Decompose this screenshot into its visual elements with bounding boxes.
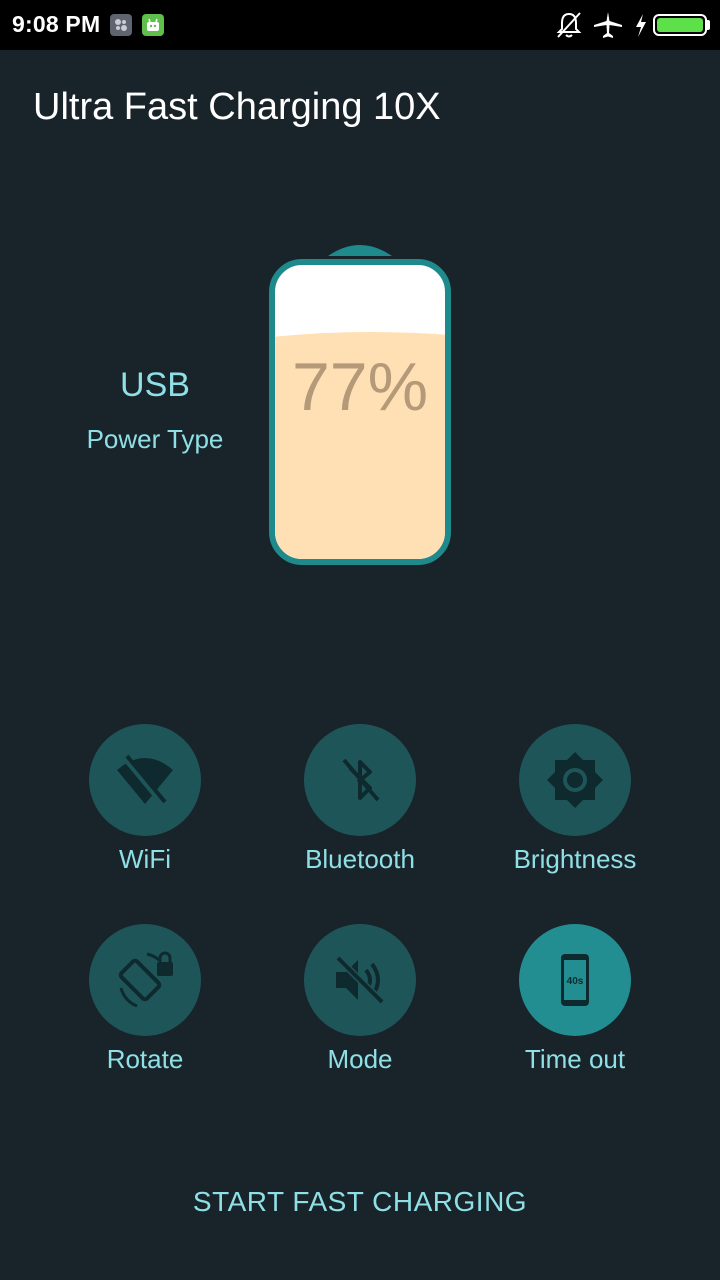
toggle-mode-label: Mode xyxy=(327,1044,393,1074)
toggle-bluetooth-label: Bluetooth xyxy=(305,844,415,874)
screen-timeout-icon: 40s xyxy=(561,954,589,1006)
rotate-lock-icon xyxy=(118,951,173,1008)
start-fast-charging-button[interactable]: START FAST CHARGING xyxy=(150,1176,570,1228)
toggle-mode-button[interactable] xyxy=(304,924,416,1036)
volume-off-icon xyxy=(335,955,385,1005)
battery-cap xyxy=(328,245,392,256)
toggle-wifi-button[interactable] xyxy=(89,724,201,836)
toggle-bluetooth[interactable]: Bluetooth xyxy=(260,724,460,884)
toggle-wifi[interactable]: WiFi xyxy=(45,724,245,884)
timeout-badge-text: 40s xyxy=(567,976,584,987)
power-type-value: USB xyxy=(120,366,190,404)
battery-percent: 77% xyxy=(291,349,429,425)
toggle-wifi-label: WiFi xyxy=(119,844,171,874)
screen: 9:08 PM Ultra Fast Charging 10X USB Powe… xyxy=(0,0,720,1280)
battery-icon xyxy=(653,14,707,36)
toggle-timeout-label: Time out xyxy=(524,1044,626,1074)
toggle-rotate[interactable]: Rotate xyxy=(45,924,245,1084)
toggle-rotate-label: Rotate xyxy=(106,1044,184,1074)
toggle-rotate-button[interactable] xyxy=(89,924,201,1036)
toggle-brightness-button[interactable] xyxy=(519,724,631,836)
charging-bolt-icon xyxy=(633,10,649,40)
battery-icon-nub xyxy=(706,20,710,30)
wifi-off-icon xyxy=(117,754,173,806)
toggle-brightness[interactable]: Brightness xyxy=(475,724,675,884)
status-bar: 9:08 PM xyxy=(0,0,720,50)
android-notification-icon xyxy=(142,14,164,36)
toggle-brightness-label: Brightness xyxy=(513,844,637,874)
app-notification-icon xyxy=(110,14,132,36)
app-title: Ultra Fast Charging 10X xyxy=(33,86,441,128)
bluetooth-off-icon xyxy=(342,758,380,802)
power-type-label: Power Type xyxy=(86,424,224,454)
status-time: 9:08 PM xyxy=(12,11,101,37)
brightness-icon xyxy=(547,752,603,808)
toggle-mode[interactable]: Mode xyxy=(260,924,460,1084)
airplane-icon xyxy=(592,10,624,40)
toggle-timeout[interactable]: 40s Time out xyxy=(475,924,675,1084)
toggle-timeout-button[interactable]: 40s xyxy=(519,924,631,1036)
bell-off-icon xyxy=(555,10,583,40)
toggle-bluetooth-button[interactable] xyxy=(304,724,416,836)
